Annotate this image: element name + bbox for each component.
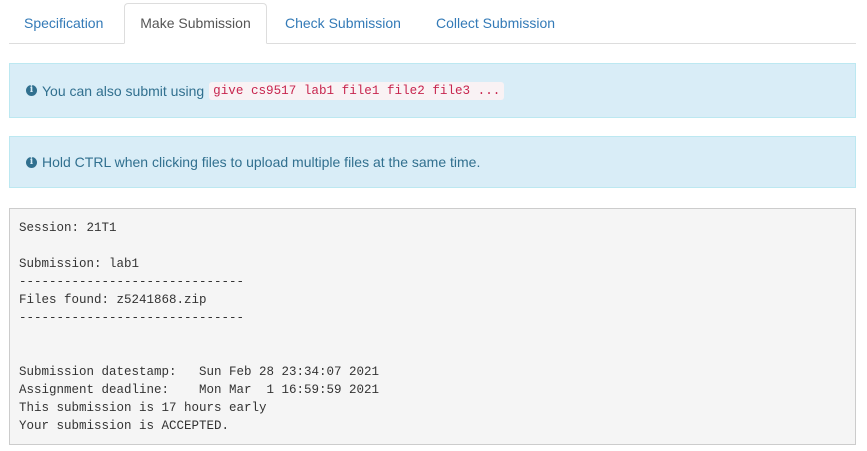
- output-line: Assignment deadline: Mon Mar 1 16:59:59 …: [19, 383, 380, 397]
- output-line: Files found: z5241868.zip: [19, 293, 207, 307]
- tab-make-submission[interactable]: Make Submission: [124, 3, 267, 44]
- give-command-code: give cs9517 lab1 file1 file2 file3 ...: [209, 81, 505, 100]
- output-line: Session: 21T1: [19, 221, 117, 235]
- give-command-alert: i You can also submit using give cs9517 …: [9, 63, 856, 118]
- give-alert-text: You can also submit using: [42, 82, 205, 99]
- ctrl-hint-text: Hold CTRL when clicking files to upload …: [42, 154, 481, 170]
- ctrl-hint-alert: i Hold CTRL when clicking files to uploa…: [9, 136, 856, 188]
- output-line: Your submission is ACCEPTED.: [19, 419, 230, 433]
- output-line: Submission: lab1: [19, 257, 140, 271]
- output-line: ------------------------------: [19, 311, 245, 325]
- output-line: Submission datestamp: Sun Feb 28 23:34:0…: [19, 365, 380, 379]
- info-circle-icon: i: [26, 156, 37, 168]
- output-line: This submission is 17 hours early: [19, 401, 267, 415]
- tab-specification[interactable]: Specification: [9, 3, 118, 44]
- info-circle-icon: i: [26, 85, 37, 96]
- submission-tabs: Specification Make Submission Check Subm…: [9, 3, 856, 44]
- tab-check-submission[interactable]: Check Submission: [270, 3, 416, 44]
- tab-collect-submission[interactable]: Collect Submission: [421, 3, 570, 44]
- output-line: ------------------------------: [19, 275, 245, 289]
- submission-output: Session: 21T1 Submission: lab1 ---------…: [9, 208, 856, 445]
